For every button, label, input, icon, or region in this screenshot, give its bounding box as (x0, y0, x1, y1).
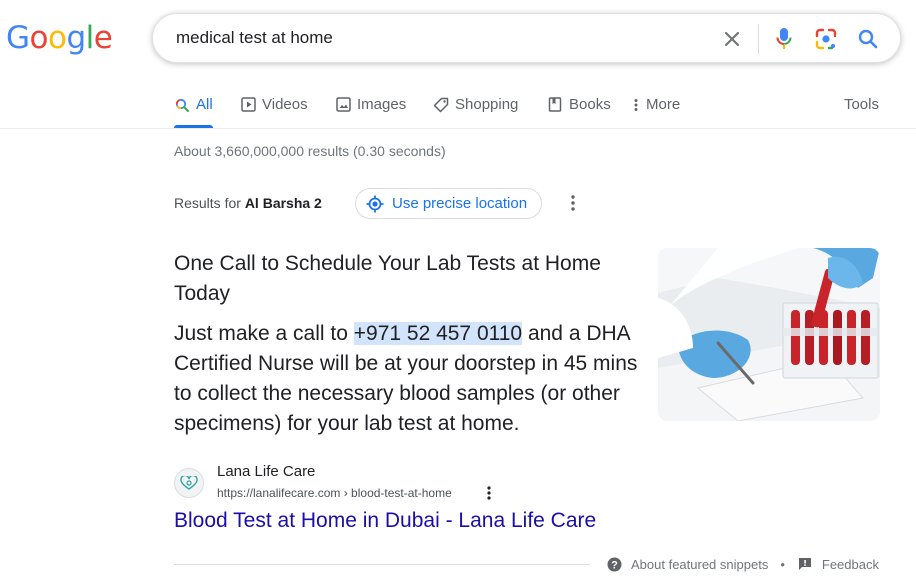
more-vert-icon (632, 97, 640, 113)
lens-icon[interactable] (812, 25, 840, 53)
more-options-icon[interactable] (482, 484, 496, 502)
phone-number: +971 52 457 0110 (353, 322, 523, 345)
use-precise-location-button[interactable]: Use precise location (355, 188, 542, 219)
divider (174, 564, 590, 565)
snippet-text: Just make a call to +971 52 457 0110 and… (174, 319, 644, 439)
logo-letter: o (48, 20, 67, 56)
google-logo[interactable]: Google (6, 20, 113, 56)
logo-letter: G (6, 20, 30, 56)
image-icon (335, 97, 351, 113)
tab-books[interactable]: Books (547, 96, 611, 113)
tag-icon (433, 97, 449, 113)
precise-location-label: Use precise location (392, 195, 528, 212)
clear-icon[interactable] (718, 25, 746, 53)
tab-label: More (646, 96, 681, 113)
site-url[interactable]: https://lanalifecare.com › blood-test-at… (217, 486, 452, 500)
tab-shopping[interactable]: Shopping (433, 96, 518, 113)
results-for-location: Results for Al Barsha 2 (174, 195, 322, 211)
site-favicon[interactable] (174, 468, 204, 498)
location-name: Al Barsha 2 (244, 195, 322, 211)
logo-letter: e (93, 20, 113, 56)
svg-text:?: ? (611, 559, 618, 571)
snippet-text-before: Just make a call to (174, 322, 354, 345)
tab-all[interactable]: All (174, 96, 213, 113)
location-target-icon (366, 195, 384, 213)
more-options-icon[interactable] (564, 193, 582, 213)
search-icon[interactable] (854, 25, 882, 53)
active-tab-indicator (174, 125, 213, 128)
snippet-heading: One Call to Schedule Your Lab Tests at H… (174, 252, 601, 305)
play-icon (240, 97, 256, 113)
site-name[interactable]: Lana Life Care (217, 463, 315, 480)
search-box[interactable]: medical test at home (152, 13, 901, 63)
snippet-footer: ? About featured snippets • Feedback (606, 556, 879, 572)
location-prefix: Results for (174, 195, 241, 211)
feedback-icon (797, 556, 813, 572)
tab-label: Images (357, 96, 407, 113)
feedback-link[interactable]: Feedback (822, 557, 879, 572)
tab-label: Videos (262, 96, 308, 113)
logo-letter: o (29, 20, 49, 56)
tools-button[interactable]: Tools (844, 96, 879, 113)
search-input[interactable]: medical test at home (176, 28, 333, 48)
search-divider (758, 24, 759, 54)
logo-letter: l (85, 20, 95, 56)
book-icon (547, 97, 563, 113)
microphone-icon[interactable] (770, 25, 798, 53)
tab-label: Shopping (455, 96, 519, 113)
search-tabs: All Videos Images Shopping Books More To… (0, 94, 916, 129)
tab-images[interactable]: Images (335, 96, 406, 113)
search-icon (174, 97, 190, 113)
result-title-link[interactable]: Blood Test at Home in Dubai - Lana Life … (174, 509, 596, 533)
separator: • (780, 556, 785, 572)
tab-label: Books (569, 96, 611, 113)
result-stats: About 3,660,000,000 results (0.30 second… (174, 143, 446, 159)
tab-videos[interactable]: Videos (240, 96, 308, 113)
logo-letter: g (66, 20, 86, 56)
help-icon: ? (606, 556, 622, 572)
snippet-thumbnail[interactable] (658, 248, 880, 421)
tab-label: All (196, 96, 213, 113)
tab-more[interactable]: More (632, 96, 680, 113)
about-featured-snippets-link[interactable]: About featured snippets (631, 557, 768, 572)
